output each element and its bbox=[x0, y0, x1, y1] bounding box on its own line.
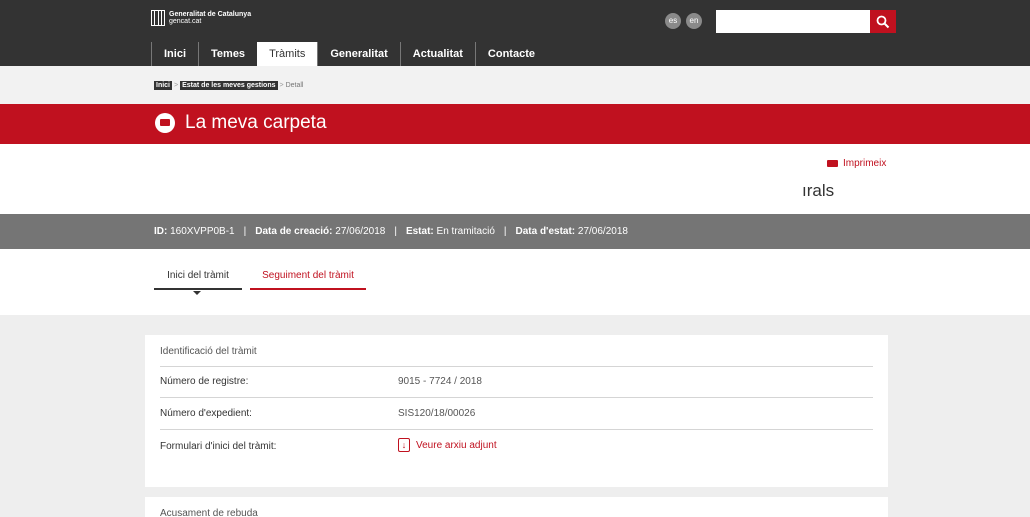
info-separator: | bbox=[503, 226, 507, 237]
view-attachment-link[interactable]: ↓ Veure arxiu adjunt bbox=[398, 438, 497, 452]
nav-generalitat[interactable]: Generalitat bbox=[317, 42, 399, 66]
nav-actualitat[interactable]: Actualitat bbox=[399, 42, 475, 66]
id-value: 160XVPP0B-1 bbox=[170, 226, 235, 237]
lang-en-button[interactable]: en bbox=[686, 13, 702, 29]
status-label: Estat: bbox=[405, 226, 434, 237]
expedient-value: SIS120/18/00026 bbox=[398, 408, 476, 419]
status-date-value: 27/06/2018 bbox=[577, 226, 628, 237]
receipt-title: Acusament de rebuda bbox=[160, 508, 258, 517]
main-nav: Inici Temes Tràmits Generalitat Actualit… bbox=[151, 42, 547, 66]
creation-value: 27/06/2018 bbox=[335, 226, 386, 237]
status-date-label: Data d'estat: bbox=[515, 226, 576, 237]
print-button[interactable]: Imprimeix bbox=[827, 158, 886, 169]
search-icon bbox=[876, 15, 890, 28]
printer-icon bbox=[827, 160, 838, 167]
logo-line2: gencat.cat bbox=[169, 18, 202, 25]
lang-es-button[interactable]: es bbox=[665, 13, 681, 29]
divider bbox=[160, 366, 873, 367]
breadcrumb-inici[interactable]: Inici bbox=[154, 81, 173, 90]
nav-inici[interactable]: Inici bbox=[151, 42, 198, 66]
breadcrumb-estat[interactable]: Estat de les meves gestions bbox=[180, 81, 278, 90]
info-separator: | bbox=[394, 226, 397, 237]
procedure-info: ID: 160XVPP0B-1 | Data de creació: 27/06… bbox=[154, 226, 628, 237]
folder-icon bbox=[155, 113, 175, 133]
breadcrumb: Inici > Estat de les meves gestions > De… bbox=[154, 81, 304, 90]
creation-label: Data de creació: bbox=[255, 226, 333, 237]
page-title: La meva carpeta bbox=[185, 112, 327, 133]
nav-contacte[interactable]: Contacte bbox=[474, 42, 547, 66]
search-input[interactable] bbox=[716, 10, 870, 33]
status-value: En tramitació bbox=[436, 226, 495, 237]
nav-tramits[interactable]: Tràmits bbox=[257, 42, 318, 66]
identification-card bbox=[145, 335, 888, 487]
print-label: Imprimeix bbox=[843, 158, 887, 169]
senyera-icon bbox=[151, 10, 165, 26]
registre-value: 9015 - 7724 / 2018 bbox=[398, 376, 482, 387]
breadcrumb-current: Detall bbox=[285, 82, 304, 89]
tab-inici-tramit[interactable]: Inici del tràmit bbox=[154, 270, 242, 290]
expedient-label: Número d'expedient: bbox=[160, 408, 252, 419]
download-pdf-icon: ↓ bbox=[398, 438, 410, 452]
identification-title: Identificació del tràmit bbox=[160, 346, 257, 357]
gencat-logo[interactable]: Generalitat de Catalunya gencat.cat bbox=[151, 10, 251, 26]
active-tab-caret-icon bbox=[193, 291, 201, 295]
nav-temes[interactable]: Temes bbox=[198, 42, 257, 66]
info-separator: | bbox=[243, 226, 247, 237]
tab-seguiment-tramit[interactable]: Seguiment del tràmit bbox=[250, 270, 366, 290]
formulari-label: Formulari d'inici del tràmit: bbox=[160, 441, 277, 452]
breadcrumb-separator: > bbox=[279, 82, 284, 89]
divider bbox=[160, 397, 873, 398]
logo-line1: Generalitat de Catalunya bbox=[169, 11, 252, 18]
procedure-heading: ırals bbox=[802, 181, 835, 200]
divider bbox=[160, 429, 873, 430]
breadcrumb-separator: > bbox=[174, 82, 179, 89]
attachment-label: Veure arxiu adjunt bbox=[416, 439, 497, 451]
search-button[interactable] bbox=[870, 10, 896, 33]
registre-label: Número de registre: bbox=[160, 376, 249, 387]
id-label: ID: bbox=[154, 226, 168, 237]
